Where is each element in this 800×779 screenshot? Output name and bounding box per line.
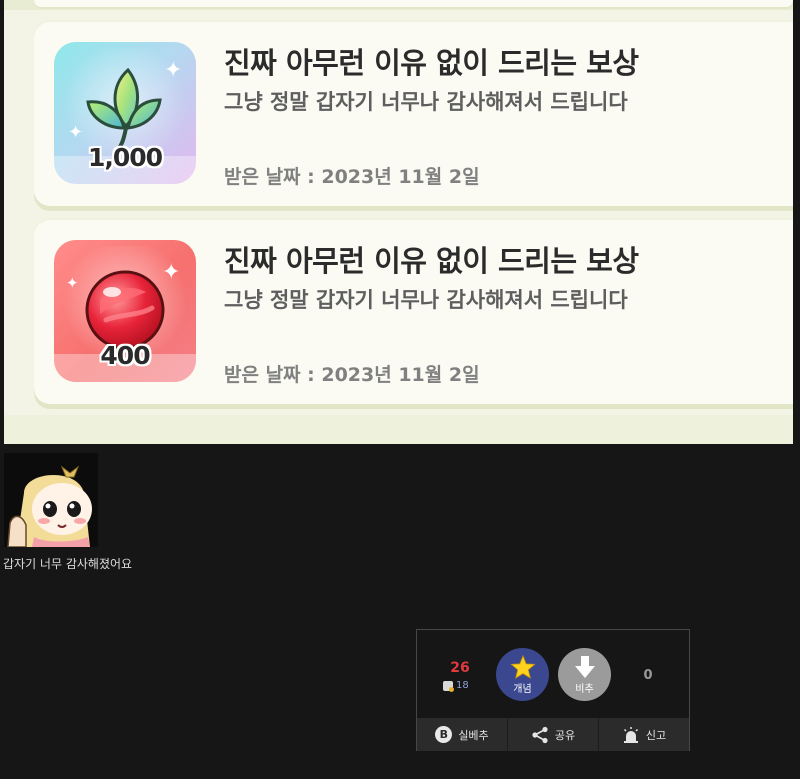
reward-description: 그냥 정말 갑자기 너무나 감사해져서 드립니다 (224, 90, 628, 114)
downvote-count: 0 (643, 668, 653, 683)
upvote-label: 개념 (513, 683, 532, 695)
reward-date: 받은 날짜 : 2023년 11월 2일 (224, 166, 480, 188)
item-quantity: 1,000 (87, 143, 163, 172)
action-bar: B 실베추 공유 신고 (417, 718, 689, 751)
reward-title: 진짜 아무런 이유 없이 드리는 보상 (224, 244, 639, 278)
report-label: 신고 (645, 728, 667, 742)
upvote-count: 26 (450, 660, 470, 676)
vote-row: 26 18 개념 비추 0 (417, 630, 689, 718)
siren-icon (623, 726, 638, 743)
reward-screenshot: ✦ ✦ 1,000 진짜 아무런 이유 없이 드리는 보상 그냥 정말 갑자기 … (4, 0, 793, 444)
downvote-button[interactable]: 비추 (558, 648, 611, 701)
panel-bottom-strip (4, 415, 793, 444)
previous-card-edge (4, 0, 793, 10)
b-badge-icon: B (435, 726, 453, 743)
arrow-down-icon (574, 655, 595, 678)
real-downvote-label: 실베추 (458, 728, 489, 742)
fixed-upvote-count: 18 (443, 680, 479, 692)
share-icon (532, 726, 548, 743)
fixed-count-text: 18 (456, 680, 469, 691)
reward-card: ✦ ✦ 400 진짜 아무런 이유 없이 드리는 보상 그냥 정말 갑자기 너무… (34, 220, 793, 404)
real-downvote-button[interactable]: B 실베추 (417, 718, 508, 751)
red-jelly-ball-icon: ✦ ✦ 400 (54, 240, 196, 382)
upvote-button[interactable]: 개념 (496, 648, 549, 701)
rainbow-leaf-icon: ✦ ✦ 1,000 (54, 42, 196, 184)
reward-description: 그냥 정말 갑자기 너무나 감사해져서 드립니다 (224, 288, 628, 312)
emoticon-image (4, 453, 98, 547)
reward-title: 진짜 아무런 이유 없이 드리는 보상 (224, 46, 639, 80)
share-label: 공유 (554, 728, 576, 742)
reward-card: ✦ ✦ 1,000 진짜 아무런 이유 없이 드리는 보상 그냥 정말 갑자기 … (34, 22, 793, 206)
share-button[interactable]: 공유 (508, 718, 599, 751)
post-caption: 갑자기 너무 감사해졌어요 (3, 557, 133, 571)
report-button[interactable]: 신고 (599, 718, 689, 751)
fixed-user-icon (443, 680, 454, 692)
item-quantity: 400 (100, 341, 150, 370)
reward-date: 받은 날짜 : 2023년 11월 2일 (224, 364, 480, 386)
star-icon (509, 654, 536, 679)
recommend-box: 26 18 개념 비추 0 B 실베추 공유 신고 (416, 629, 690, 751)
downvote-label: 비추 (575, 683, 594, 695)
